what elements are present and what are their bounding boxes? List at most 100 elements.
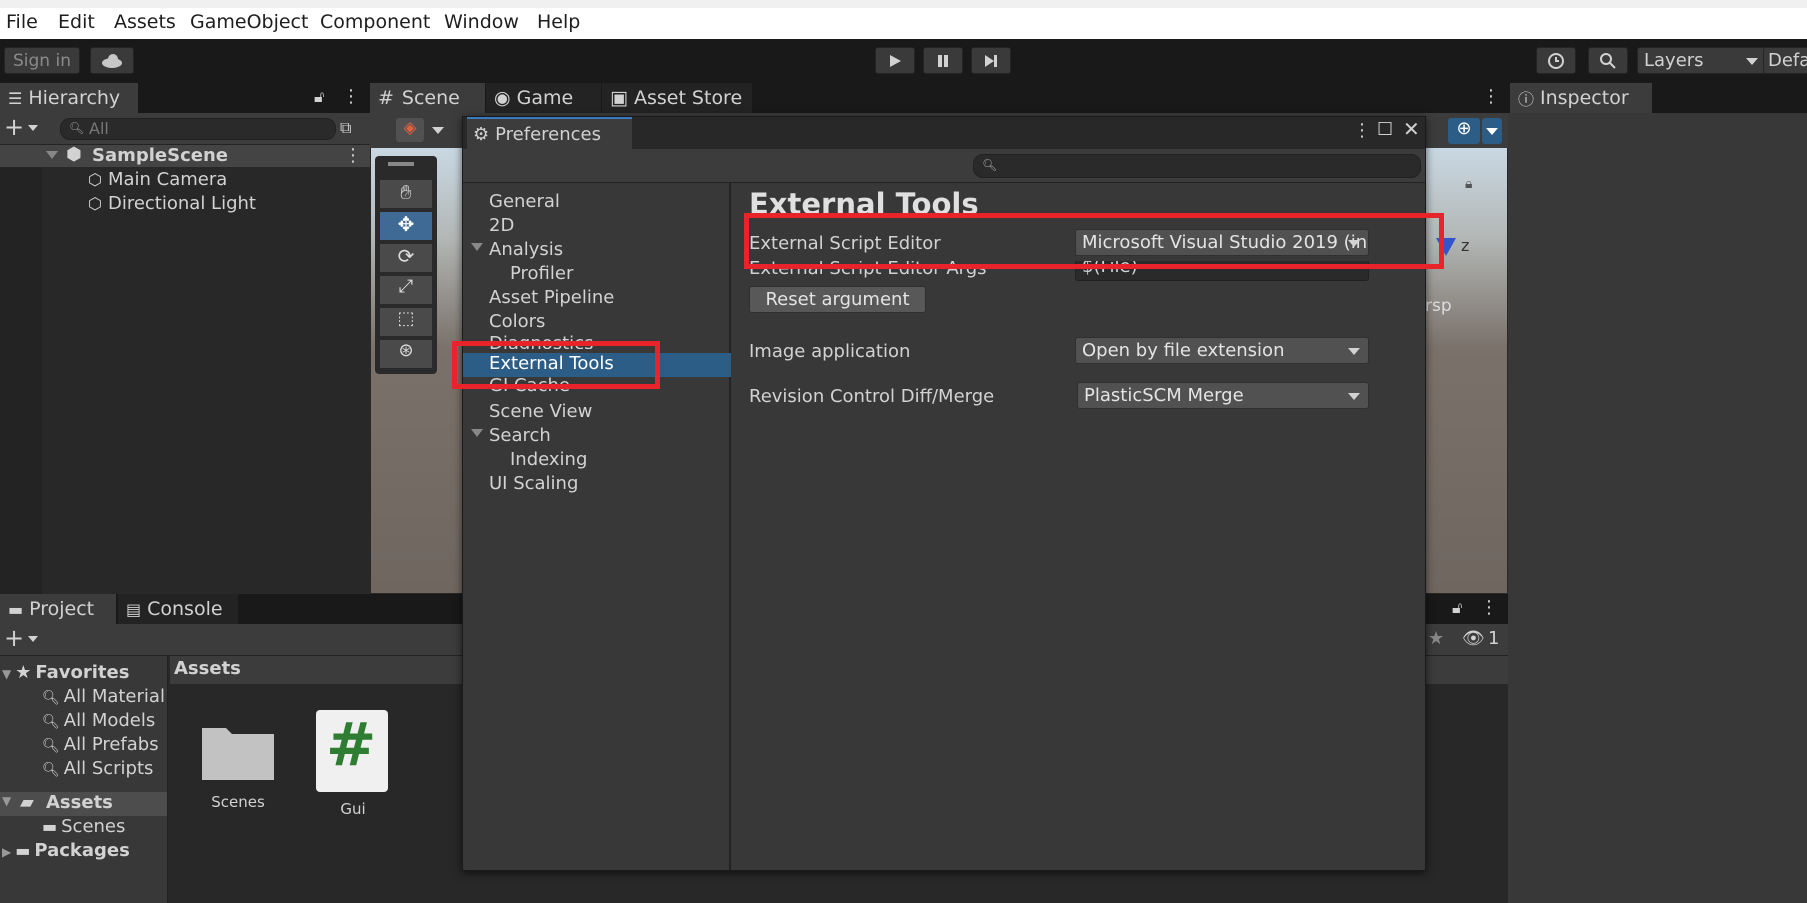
- add-icon[interactable]: +: [4, 113, 24, 141]
- add-icon[interactable]: +: [4, 624, 24, 652]
- chevron-down-icon[interactable]: [28, 636, 38, 642]
- layout-dropdown[interactable]: Defa: [1763, 47, 1807, 74]
- expand-arrow-icon[interactable]: ▼: [2, 667, 11, 681]
- tab-label: Project: [29, 598, 95, 620]
- layers-label: Layers: [1644, 50, 1704, 71]
- menu-assets[interactable]: Assets: [114, 11, 176, 33]
- layers-dropdown[interactable]: Layers: [1637, 47, 1767, 74]
- asset-folder-scenes[interactable]: Scenes: [200, 718, 276, 811]
- nav-item-scene-view[interactable]: Scene View: [489, 401, 592, 422]
- tab-scene[interactable]: # Scene: [370, 83, 485, 113]
- gizmo-dropdown[interactable]: [1482, 118, 1502, 144]
- chevron-down-icon[interactable]: [28, 125, 38, 131]
- scene-row[interactable]: ⬢ SampleScene ⋮: [0, 144, 370, 167]
- preferences-search-input[interactable]: 🔍︎: [973, 154, 1421, 178]
- folder-open-icon: ▰: [20, 792, 34, 813]
- history-icon: [1548, 52, 1564, 69]
- nav-item-2d[interactable]: 2D: [489, 215, 514, 236]
- gizmo-tool-icon[interactable]: ◈: [396, 118, 424, 142]
- maximize-icon[interactable]: ⧉: [340, 118, 351, 138]
- gizmo-toggle-icon[interactable]: ⊕: [1448, 118, 1480, 144]
- nav-item-analysis[interactable]: Analysis: [489, 239, 563, 260]
- tab-asset-store[interactable]: ▣ Asset Store: [602, 83, 752, 113]
- search-icon: 🔍︎: [42, 714, 60, 730]
- favorite-item[interactable]: 🔍︎ All Models: [42, 710, 155, 731]
- chevron-down-icon[interactable]: [432, 127, 444, 134]
- menu-file[interactable]: File: [6, 11, 38, 33]
- nav-item-ui-scaling[interactable]: UI Scaling: [489, 473, 578, 494]
- preferences-tab[interactable]: ⚙ Preferences: [467, 117, 632, 149]
- preferences-nav: General 2D Analysis Profiler Asset Pipel…: [463, 183, 731, 870]
- hierarchy-search-input[interactable]: 🔍︎ All: [60, 118, 336, 140]
- close-icon[interactable]: ✕: [1403, 117, 1420, 141]
- grip-icon[interactable]: [388, 162, 414, 166]
- history-button[interactable]: [1536, 47, 1576, 74]
- diff-merge-label: Revision Control Diff/Merge: [749, 386, 995, 407]
- play-button[interactable]: [875, 47, 915, 74]
- favorite-item[interactable]: 🔍︎ All Prefabs: [42, 734, 159, 755]
- reset-argument-button[interactable]: Reset argument: [749, 286, 926, 313]
- breadcrumb-assets[interactable]: Assets: [174, 658, 241, 679]
- move-tool-icon[interactable]: ✥: [380, 212, 432, 240]
- more-icon[interactable]: ⋮: [344, 145, 362, 166]
- tab-project[interactable]: ▬ Project: [0, 594, 116, 624]
- nav-item-colors[interactable]: Colors: [489, 311, 545, 332]
- nav-item-general[interactable]: General: [489, 191, 560, 212]
- nav-item-search[interactable]: Search: [489, 425, 551, 446]
- asset-label: Gui: [340, 800, 366, 818]
- favorite-item[interactable]: 🔍︎ All Material: [42, 686, 165, 707]
- search-button[interactable]: [1588, 47, 1628, 74]
- menu-gameobject[interactable]: GameObject: [190, 11, 308, 33]
- cloud-button[interactable]: [90, 47, 134, 74]
- menu-component[interactable]: Component: [320, 11, 430, 33]
- more-icon[interactable]: ⋮: [1482, 86, 1500, 107]
- hidden-eye-icon[interactable]: 👁︎: [1462, 628, 1485, 649]
- expand-arrow-icon[interactable]: [471, 243, 483, 251]
- tab-inspector[interactable]: ⓘ Inspector: [1510, 83, 1652, 113]
- image-app-dropdown[interactable]: Open by file extension: [1075, 337, 1369, 364]
- assets-row[interactable]: ▼ ▰ Assets: [0, 792, 167, 816]
- grid-icon: #: [378, 87, 394, 109]
- gamepad-icon: ◉: [494, 87, 511, 109]
- tree-item-scenes[interactable]: ▬ Scenes: [42, 816, 125, 837]
- step-button[interactable]: [971, 47, 1011, 74]
- bag-icon: ▣: [610, 87, 628, 109]
- pause-button[interactable]: [923, 47, 963, 74]
- cloud-icon: [102, 53, 122, 68]
- menu-help[interactable]: Help: [537, 11, 580, 33]
- expand-arrow-icon[interactable]: ▼: [2, 794, 11, 808]
- lock-icon[interactable]: 🔓︎: [314, 87, 324, 107]
- asset-script-gui[interactable]: # Gui: [316, 710, 390, 818]
- expand-arrow-icon[interactable]: [471, 429, 483, 437]
- expand-arrow-icon[interactable]: ▶: [2, 845, 11, 859]
- more-icon[interactable]: ⋮: [1480, 597, 1498, 618]
- scale-tool-icon[interactable]: ⤢: [380, 276, 432, 304]
- rotate-tool-icon[interactable]: ⟳: [380, 244, 432, 272]
- star-icon[interactable]: ★: [1428, 628, 1444, 649]
- transform-tool-icon[interactable]: ⊛: [380, 340, 432, 368]
- tab-hierarchy[interactable]: ☰ Hierarchy: [0, 83, 138, 113]
- lock-icon[interactable]: 🔓︎: [1452, 598, 1462, 618]
- nav-item-indexing[interactable]: Indexing: [510, 449, 587, 470]
- lock-icon[interactable]: 🔒︎: [1465, 176, 1472, 192]
- hierarchy-item-main-camera[interactable]: ⬡ Main Camera: [88, 169, 227, 190]
- menu-window[interactable]: Window: [444, 11, 519, 33]
- tab-label: Console: [147, 598, 223, 620]
- expand-arrow-icon[interactable]: [46, 151, 58, 159]
- favorite-item[interactable]: 🔍︎ All Scripts: [42, 758, 153, 779]
- packages-row[interactable]: ▶ ▬ Packages: [2, 840, 130, 861]
- maximize-icon[interactable]: ☐: [1377, 119, 1393, 140]
- more-icon[interactable]: ⋮: [1353, 120, 1371, 141]
- sign-in-button[interactable]: Sign in: [4, 47, 80, 74]
- rect-tool-icon[interactable]: ⬚: [380, 308, 432, 336]
- nav-item-asset-pipeline[interactable]: Asset Pipeline: [489, 287, 614, 308]
- diff-merge-dropdown[interactable]: PlasticSCM Merge: [1077, 382, 1369, 409]
- favorites-row[interactable]: ▼ ★ Favorites: [2, 662, 129, 683]
- hand-tool-icon[interactable]: ✋︎: [380, 180, 432, 208]
- tab-game[interactable]: ◉ Game: [486, 83, 601, 113]
- more-icon[interactable]: ⋮: [342, 86, 360, 107]
- hierarchy-item-directional-light[interactable]: ⬡ Directional Light: [88, 193, 256, 214]
- nav-item-profiler[interactable]: Profiler: [510, 263, 573, 284]
- menu-edit[interactable]: Edit: [58, 11, 95, 33]
- tab-console[interactable]: ▤ Console: [118, 594, 238, 624]
